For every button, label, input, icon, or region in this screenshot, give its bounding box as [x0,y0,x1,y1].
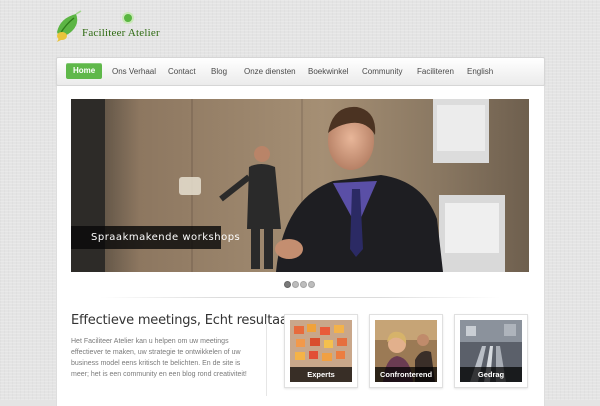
logo-dot-icon [122,12,134,24]
nav-item-english[interactable]: English [467,64,493,79]
nav-item-contact[interactable]: Contact [168,64,196,79]
slider-dot-2[interactable] [292,281,299,288]
slider-dot-3[interactable] [300,281,307,288]
tile-confronterend[interactable]: Confronterend [369,314,443,388]
nav-item-ons-verhaal[interactable]: Ons Verhaal [112,64,156,79]
nav-item-home[interactable]: Home [66,63,103,79]
nav-item-boekwinkel[interactable]: Boekwinkel [308,64,348,79]
logo-text: Faciliteer Atelier [82,27,160,39]
nav-item-blog[interactable]: Blog [211,64,227,79]
nav-item-faciliteren[interactable]: Faciliteren [417,64,454,79]
slider-dot-1[interactable] [284,281,291,288]
intro-heading: Effectieve meetings, Echt resultaat [71,313,293,328]
tile-experts-label: Experts [290,367,352,382]
site-logo[interactable]: Faciliteer Atelier [54,10,164,46]
tile-experts[interactable]: Experts [284,314,358,388]
nav-item-community[interactable]: Community [362,64,402,79]
nav-item-onze-diensten[interactable]: Onze diensten [244,64,296,79]
column-divider [266,318,267,396]
slider-dot-4[interactable] [308,281,315,288]
intro-paragraph: Het Faciliteer Atelier kan u helpen om u… [71,338,247,378]
tile-gedrag[interactable]: Gedrag [454,314,528,388]
main-navigation: Home Ons Verhaal Contact Blog Onze diens… [56,57,545,86]
slide-caption: Spraakmakende workshops [71,226,240,249]
tile-gedrag-label: Gedrag [460,367,522,382]
slide-caption-text: Spraakmakende workshops [91,232,241,243]
tile-confronterend-label: Confronterend [375,367,437,382]
section-divider [100,297,500,298]
